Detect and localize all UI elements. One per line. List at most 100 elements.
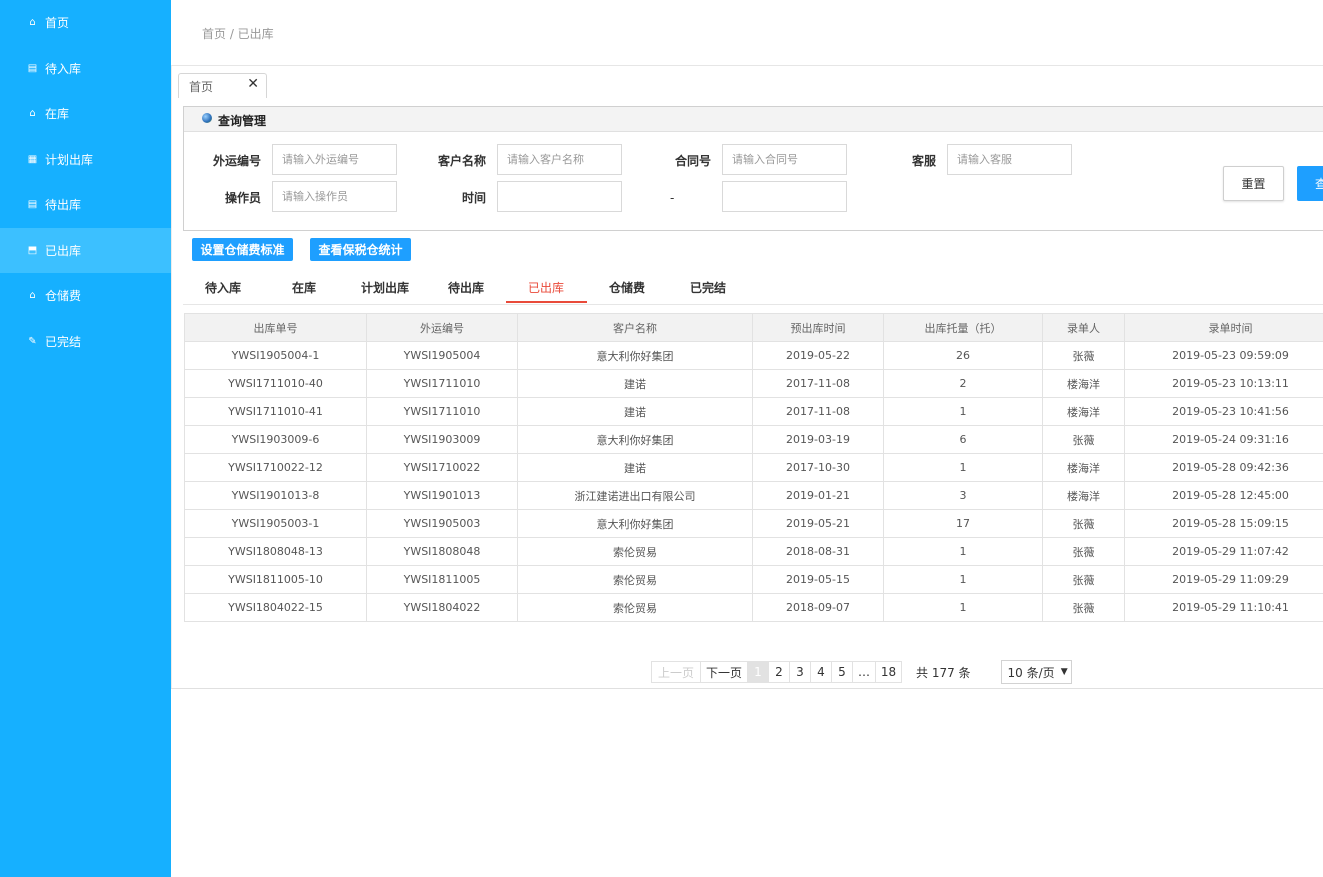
sidebar-item-home[interactable]: ⌂ 首页 — [0, 0, 171, 45]
table-row[interactable]: YWSI1808048-13 YWSI1808048 索伦贸易 2018-08-31 1… — [184, 537, 1323, 566]
column-header[interactable]: 录单时间 — [1124, 313, 1323, 342]
column-header[interactable]: 出库单号 — [184, 313, 367, 342]
page-number-button[interactable]: 18 — [875, 661, 902, 683]
tab-home[interactable]: 首页 ✕ — [178, 73, 267, 98]
table-cell: 建诺 — [517, 453, 753, 482]
main-content: 首页 / 已出库 首页 ✕ 查询管理 外运编号 客户名称 合同号 客服 操作员 … — [171, 0, 1323, 877]
table-cell: 2 — [883, 369, 1043, 398]
prev-page-button[interactable]: 上一页 — [651, 661, 701, 683]
table-cell: 2019-03-19 — [752, 425, 884, 454]
sidebar-item-pending-outbound[interactable]: ▤ 待出库 — [0, 182, 171, 227]
tab-planned-outbound[interactable]: 计划出库 — [345, 279, 425, 296]
table-cell: 2019-05-28 15:09:15 — [1124, 509, 1323, 538]
sidebar-item-label: 首页 — [45, 16, 70, 30]
sidebar: ⌂ 首页 ▤ 待入库 ⌂ 在库 ▦ 计划出库 ▤ 待出库 ⬒ 已出库 ⌂ 仓储费 ✎ 已完结 — [0, 0, 171, 877]
time-start-input[interactable] — [497, 181, 622, 212]
table-cell: YWSI1711010 — [366, 369, 518, 398]
table-cell: YWSI1903009 — [366, 425, 518, 454]
table-row[interactable]: YWSI1710022-12 YWSI1710022 建诺 2017-10-30 1 楼海… — [184, 453, 1323, 482]
table-cell: 张薇 — [1042, 565, 1125, 594]
table-cell: 1 — [883, 397, 1043, 426]
table-cell: 1 — [883, 593, 1043, 622]
column-header[interactable]: 客户名称 — [517, 313, 753, 342]
table-cell: 2019-05-29 11:07:42 — [1124, 537, 1323, 566]
table-cell: 张薇 — [1042, 537, 1125, 566]
customer-name-input[interactable] — [497, 144, 622, 175]
warehouse-icon: ⌂ — [29, 107, 36, 119]
operator-input[interactable] — [272, 181, 397, 212]
service-input[interactable] — [947, 144, 1072, 175]
table-cell: 索伦贸易 — [517, 565, 753, 594]
sidebar-item-storage-fee[interactable]: ⌂ 仓储费 — [0, 273, 171, 318]
sidebar-item-completed[interactable]: ✎ 已完结 — [0, 319, 171, 364]
page-number-button[interactable]: 1 — [747, 661, 769, 683]
table-row[interactable]: YWSI1804022-15 YWSI1804022 索伦贸易 2018-09-07 1… — [184, 593, 1323, 622]
column-header[interactable]: 外运编号 — [366, 313, 518, 342]
shipping-no-input[interactable] — [272, 144, 397, 175]
table-row[interactable]: YWSI1905003-1 YWSI1905003 意大利你好集团 2019-05-2… — [184, 509, 1323, 538]
table-cell: 建诺 — [517, 397, 753, 426]
query-panel-title: 查询管理 — [218, 114, 267, 128]
close-icon[interactable]: ✕ — [247, 76, 259, 92]
operator-label: 操作员 — [224, 191, 261, 205]
table-cell: 26 — [883, 341, 1043, 370]
table-cell: YWSI1808048 — [366, 537, 518, 566]
tab-completed[interactable]: 已完结 — [668, 279, 748, 296]
table-row[interactable]: YWSI1711010-40 YWSI1711010 建诺 2017-11-08 2 楼海… — [184, 369, 1323, 398]
home-icon: ⌂ — [29, 16, 36, 28]
table-cell: 3 — [883, 481, 1043, 510]
table-cell: YWSI1905003-1 — [184, 509, 367, 538]
table-cell: 2019-05-23 10:13:11 — [1124, 369, 1323, 398]
query-button[interactable]: 查询 — [1297, 166, 1323, 201]
tab-storage-fee[interactable]: 仓储费 — [587, 279, 667, 296]
view-bonded-stats-button[interactable]: 查看保税仓统计 — [310, 238, 411, 261]
time-separator: - — [670, 191, 675, 205]
table-cell: YWSI1811005-10 — [184, 565, 367, 594]
inbox-icon: ▤ — [27, 62, 38, 74]
edit-icon: ✎ — [28, 335, 37, 347]
chevron-down-icon: ▼ — [1060, 667, 1068, 677]
table-row[interactable]: YWSI1905004-1 YWSI1905004 意大利你好集团 2019-05-2… — [184, 341, 1323, 370]
outbox-icon: ⬒ — [27, 244, 38, 256]
column-header[interactable]: 录单人 — [1042, 313, 1125, 342]
set-storage-fee-button[interactable]: 设置仓储费标准 — [192, 238, 293, 261]
tab-outbound[interactable]: 已出库 — [506, 279, 586, 296]
page-number-button[interactable]: 5 — [831, 661, 853, 683]
table-cell: YWSI1711010-41 — [184, 397, 367, 426]
page-number-button[interactable]: 3 — [789, 661, 811, 683]
sidebar-item-planned-outbound[interactable]: ▦ 计划出库 — [0, 137, 171, 182]
page-ellipsis: … — [852, 661, 876, 683]
table-cell: YWSI1901013-8 — [184, 481, 367, 510]
page-size-select[interactable]: 10 条/页 ▼ — [1000, 660, 1072, 684]
table-cell: YWSI1710022-12 — [184, 453, 367, 482]
reset-button[interactable]: 重置 — [1223, 166, 1284, 201]
column-header[interactable]: 出库托量（托） — [883, 313, 1043, 342]
next-page-button[interactable]: 下一页 — [700, 661, 748, 683]
page-number-button[interactable]: 2 — [768, 661, 790, 683]
sidebar-item-outbound[interactable]: ⬒ 已出库 — [0, 228, 171, 273]
table-row[interactable]: YWSI1811005-10 YWSI1811005 索伦贸易 2019-05-15 1… — [184, 565, 1323, 594]
table-cell: 2018-09-07 — [752, 593, 884, 622]
table-cell: 2019-05-29 11:10:41 — [1124, 593, 1323, 622]
table-row[interactable]: YWSI1711010-41 YWSI1711010 建诺 2017-11-08 1 楼海… — [184, 397, 1323, 426]
table-cell: YWSI1905004 — [366, 341, 518, 370]
contract-no-input[interactable] — [722, 144, 847, 175]
page-number-button[interactable]: 4 — [810, 661, 832, 683]
tab-pending-outbound[interactable]: 待出库 — [426, 279, 506, 296]
table-cell: 楼海洋 — [1042, 453, 1125, 482]
table-cell: YWSI1903009-6 — [184, 425, 367, 454]
table-row[interactable]: YWSI1901013-8 YWSI1901013 浙江建诺进出口有限公司 2019-… — [184, 481, 1323, 510]
sidebar-item-pending-inbound[interactable]: ▤ 待入库 — [0, 46, 171, 91]
column-header[interactable]: 预出库时间 — [752, 313, 884, 342]
total-count: 共 177 条 — [916, 665, 971, 680]
storage-icon: ⌂ — [29, 289, 36, 301]
table-row[interactable]: YWSI1903009-6 YWSI1903009 意大利你好集团 2019-03-1… — [184, 425, 1323, 454]
sidebar-item-in-stock[interactable]: ⌂ 在库 — [0, 91, 171, 136]
time-end-input[interactable] — [722, 181, 847, 212]
tab-pending-inbound[interactable]: 待入库 — [183, 279, 263, 296]
tab-in-stock[interactable]: 在库 — [264, 279, 344, 296]
table-cell: YWSI1711010-40 — [184, 369, 367, 398]
breadcrumb: 首页 / 已出库 — [202, 27, 274, 41]
table-cell: 楼海洋 — [1042, 397, 1125, 426]
table-cell: YWSI1804022 — [366, 593, 518, 622]
